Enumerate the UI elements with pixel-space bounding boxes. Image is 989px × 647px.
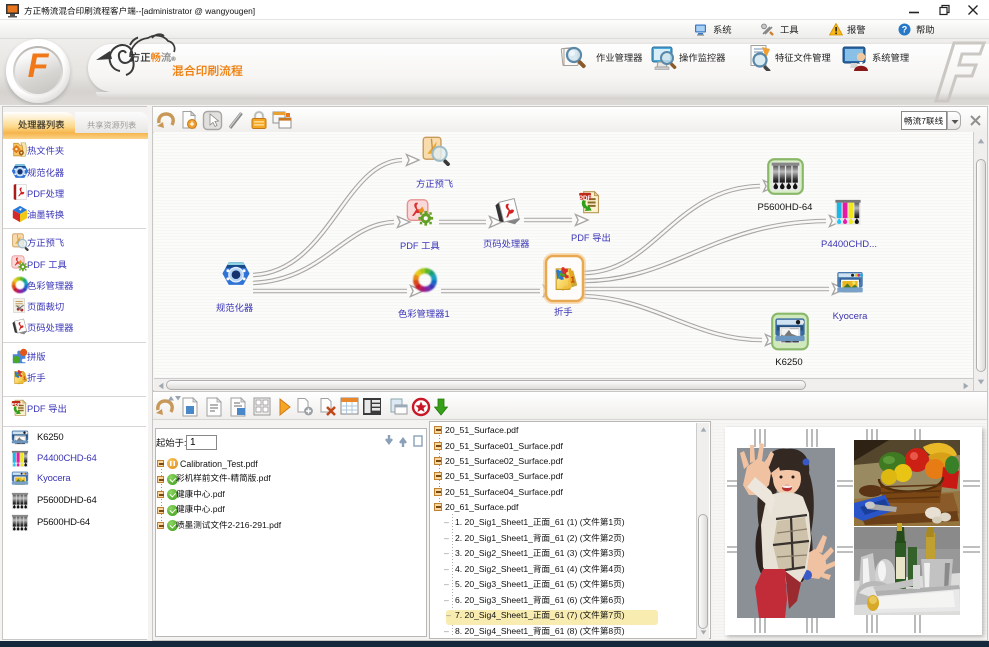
svg-text:): ) xyxy=(622,579,625,589)
svg-text:_61 (5) (: _61 (5) ( xyxy=(549,579,583,589)
svg-text:1: 1 xyxy=(608,517,613,527)
svg-text:2. 20_Sig1_Sheet1_: 2. 20_Sig1_Sheet1_ xyxy=(455,533,533,543)
svg-text:_61 (1) (: _61 (1) ( xyxy=(549,517,583,527)
svg-text:): ) xyxy=(622,517,625,527)
svg-text:.pdf: .pdf xyxy=(210,489,225,499)
svg-text:5: 5 xyxy=(608,579,613,589)
svg-text:6. 20_Sig3_Sheet1_: 6. 20_Sig3_Sheet1_ xyxy=(455,595,533,605)
svg-text:_61 (3) (: _61 (3) ( xyxy=(549,548,583,558)
svg-text:2: 2 xyxy=(608,533,613,543)
svg-text:_61 (2) (: _61 (2) ( xyxy=(549,533,583,543)
svg-text:): ) xyxy=(622,533,625,543)
svg-text:): ) xyxy=(622,595,625,605)
svg-text:PDF: PDF xyxy=(27,260,48,270)
svg-text:PDF: PDF xyxy=(571,233,592,243)
svg-text:7: 7 xyxy=(921,116,926,126)
svg-text:_61 (8) (: _61 (8) ( xyxy=(549,626,583,636)
svg-text:5. 20_Sig3_Sheet1_: 5. 20_Sig3_Sheet1_ xyxy=(455,579,533,589)
svg-text:_61 (7) (: _61 (7) ( xyxy=(549,610,583,620)
svg-text:PDF: PDF xyxy=(400,241,421,251)
svg-text:1. 20_Sig1_Sheet1_: 1. 20_Sig1_Sheet1_ xyxy=(455,517,533,527)
svg-text:): ) xyxy=(622,610,625,620)
svg-text:3: 3 xyxy=(608,548,613,558)
svg-text:8: 8 xyxy=(608,626,613,636)
svg-text:7: 7 xyxy=(608,610,613,620)
svg-text:_61 (4) (: _61 (4) ( xyxy=(549,564,583,574)
svg-text:1: 1 xyxy=(444,309,449,319)
svg-text:?: ? xyxy=(902,25,908,35)
svg-text:PDF: PDF xyxy=(27,404,48,414)
svg-text:--[administrator @ wangyougen]: --[administrator @ wangyougen] xyxy=(136,6,255,16)
svg-text::: : xyxy=(184,438,187,448)
svg-text:2-216-291.pdf: 2-216-291.pdf xyxy=(228,520,282,530)
svg-text:®: ® xyxy=(171,56,176,63)
svg-text:7. 20_Sig4_Sheet1_: 7. 20_Sig4_Sheet1_ xyxy=(455,610,533,620)
svg-text:-: - xyxy=(228,473,231,483)
svg-text:_61 (6) (: _61 (6) ( xyxy=(549,595,583,605)
svg-text:.pdf: .pdf xyxy=(210,504,225,514)
svg-text:4: 4 xyxy=(608,564,613,574)
svg-text:PDF: PDF xyxy=(27,189,46,199)
svg-text:6: 6 xyxy=(608,595,613,605)
svg-text:): ) xyxy=(622,564,625,574)
svg-text:3. 20_Sig2_Sheet1_: 3. 20_Sig2_Sheet1_ xyxy=(455,548,533,558)
svg-text:4. 20_Sig2_Sheet1_: 4. 20_Sig2_Sheet1_ xyxy=(455,564,533,574)
svg-text:): ) xyxy=(622,626,625,636)
svg-text:.pdf: .pdf xyxy=(256,473,271,483)
svg-text:8. 20_Sig4_Sheet1_: 8. 20_Sig4_Sheet1_ xyxy=(455,626,533,636)
svg-text:): ) xyxy=(622,548,625,558)
